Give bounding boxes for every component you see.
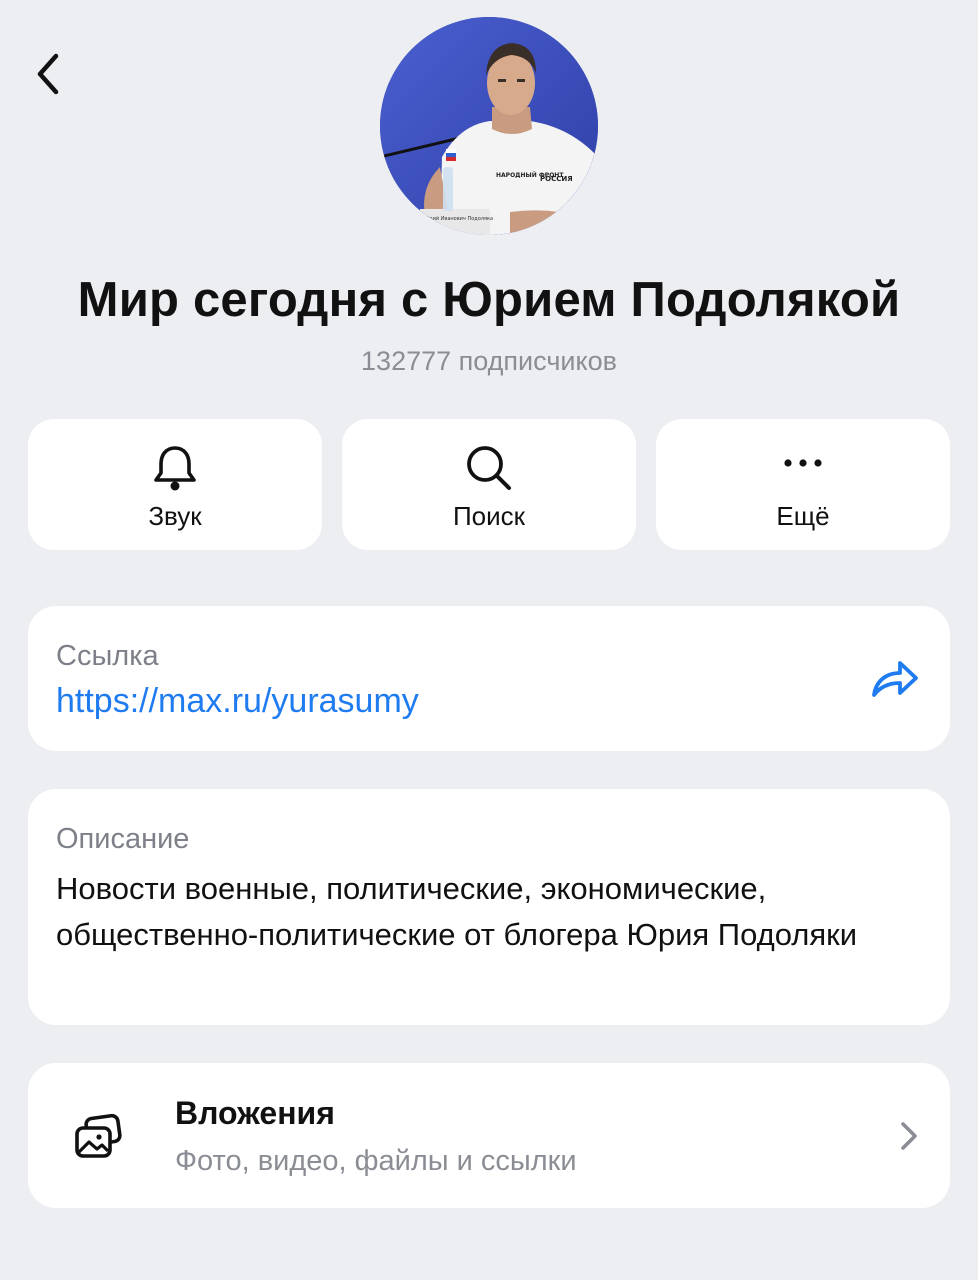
avatar-shirt-text-2: РОССИЯ [540,175,573,183]
gallery-icon [75,1113,122,1158]
back-button[interactable] [22,48,74,100]
search-button[interactable]: Поиск [342,419,636,550]
search-icon [467,446,511,490]
attachments-subtitle: Фото, видео, файлы и ссылки [175,1145,577,1177]
link-label: Ссылка [56,640,159,672]
more-button-label: Ещё [776,501,830,531]
more-dots-icon [784,459,822,467]
description-text: Новости военные, политические, экономиче… [56,871,858,952]
channel-link[interactable]: https://max.ru/yurasumy [56,682,419,721]
channel-avatar[interactable]: НАРОДНЫЙ ФРОНТ РОССИЯ Юрий Иванович Подо… [380,17,598,235]
sound-button-label: Звук [148,501,202,531]
description-label: Описание [56,823,190,855]
chevron-right-icon [901,1122,917,1150]
chevron-left-icon [37,53,59,95]
share-button[interactable] [868,654,922,704]
sound-button[interactable]: Звук [28,419,322,550]
description-card: Описание Новости военные, политические, … [28,789,950,1025]
attachments-row[interactable]: Вложения Фото, видео, файлы и ссылки [28,1063,950,1208]
more-button[interactable]: Ещё [656,419,950,550]
avatar-badge-text: Юрий Иванович Подоляка [424,215,493,222]
channel-title: Мир сегодня с Юрием Подолякой [77,273,901,327]
attachments-title: Вложения [175,1095,335,1131]
share-arrow-icon [872,661,918,697]
link-card: Ссылка https://max.ru/yurasumy [28,606,950,751]
search-button-label: Поиск [452,501,526,531]
subscriber-count: 132777 подписчиков [361,346,617,376]
bell-icon [154,446,196,491]
